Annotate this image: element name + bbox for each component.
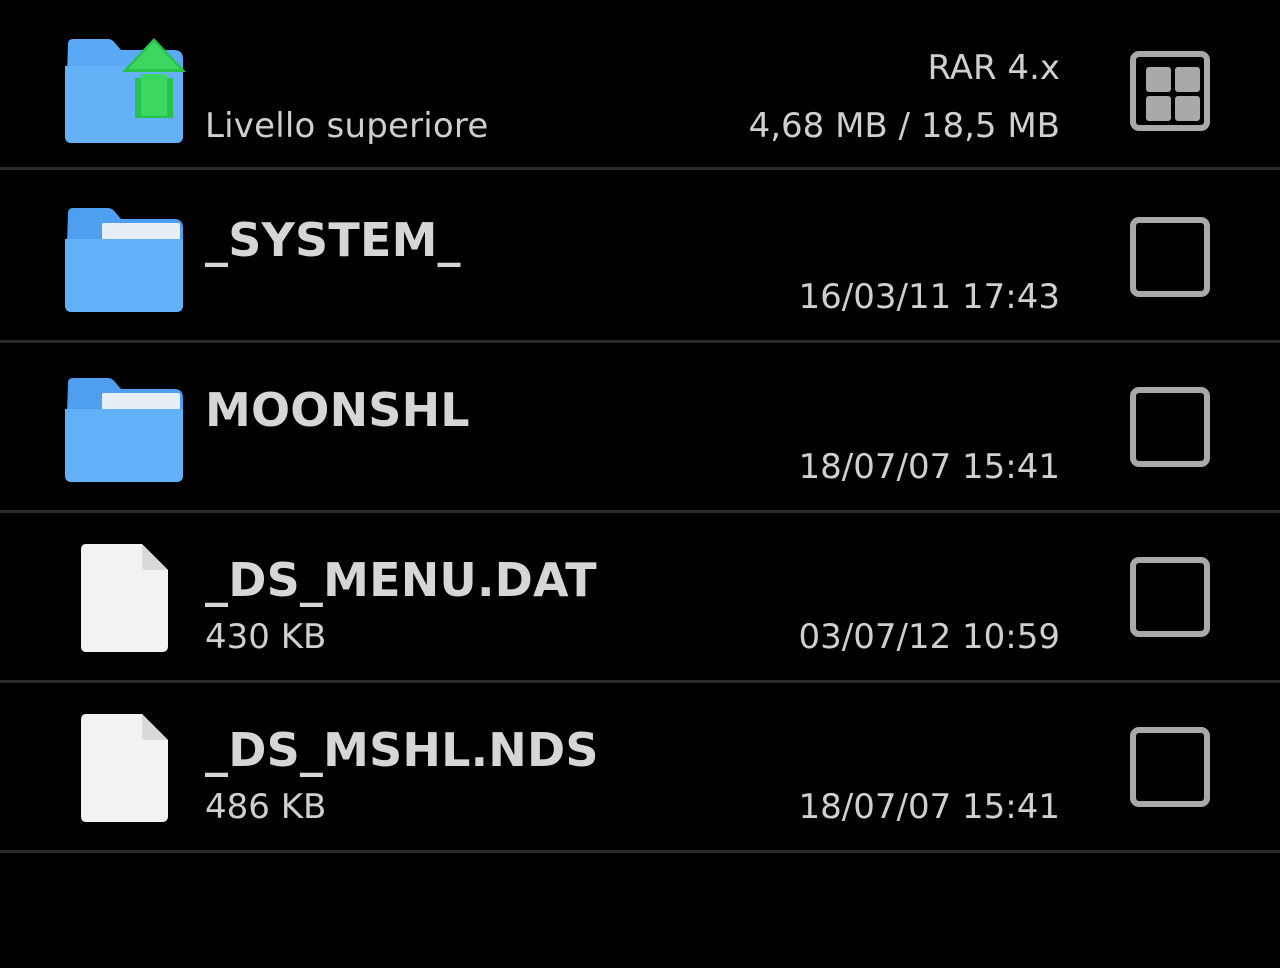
item-date: 18/07/07 15:41 bbox=[798, 447, 1061, 487]
item-date: 16/03/11 17:43 bbox=[798, 277, 1061, 317]
item-name: _DS_MSHL.NDS bbox=[205, 723, 599, 777]
list-item[interactable]: _SYSTEM_ 16/03/11 17:43 bbox=[0, 173, 1280, 343]
item-name: _DS_MENU.DAT bbox=[205, 553, 597, 607]
item-size: 430 KB bbox=[205, 617, 327, 657]
file-icon bbox=[81, 544, 168, 652]
select-checkbox[interactable] bbox=[1130, 387, 1210, 467]
archive-size: 4,68 MB / 18,5 MB bbox=[748, 106, 1060, 146]
grid-cell-icon bbox=[1175, 67, 1200, 92]
grid-view-button[interactable] bbox=[1130, 51, 1210, 131]
item-name: MOONSHL bbox=[205, 383, 470, 437]
select-checkbox[interactable] bbox=[1130, 217, 1210, 297]
grid-cell-icon bbox=[1146, 67, 1171, 92]
item-size: 486 KB bbox=[205, 787, 327, 827]
list-item[interactable]: _DS_MSHL.NDS 486 KB 18/07/07 15:41 bbox=[0, 683, 1280, 853]
list-item[interactable]: _DS_MENU.DAT 430 KB 03/07/12 10:59 bbox=[0, 513, 1280, 683]
item-date: 03/07/12 10:59 bbox=[798, 617, 1061, 657]
list-item[interactable]: MOONSHL 18/07/07 15:41 bbox=[0, 343, 1280, 513]
grid-cell-icon bbox=[1175, 96, 1200, 121]
item-date: 18/07/07 15:41 bbox=[798, 787, 1061, 827]
grid-cell-icon bbox=[1146, 96, 1171, 121]
file-icon bbox=[81, 714, 168, 822]
folder-up-icon bbox=[65, 38, 186, 143]
folder-icon bbox=[65, 378, 183, 482]
select-checkbox[interactable] bbox=[1130, 727, 1210, 807]
folder-icon bbox=[65, 208, 183, 312]
item-name: _SYSTEM_ bbox=[205, 213, 461, 267]
select-checkbox[interactable] bbox=[1130, 557, 1210, 637]
parent-folder-row[interactable]: RAR 4.x Livello superiore 4,68 MB / 18,5… bbox=[0, 0, 1280, 170]
archive-type: RAR 4.x bbox=[927, 48, 1061, 88]
parent-folder-label: Livello superiore bbox=[205, 106, 489, 146]
